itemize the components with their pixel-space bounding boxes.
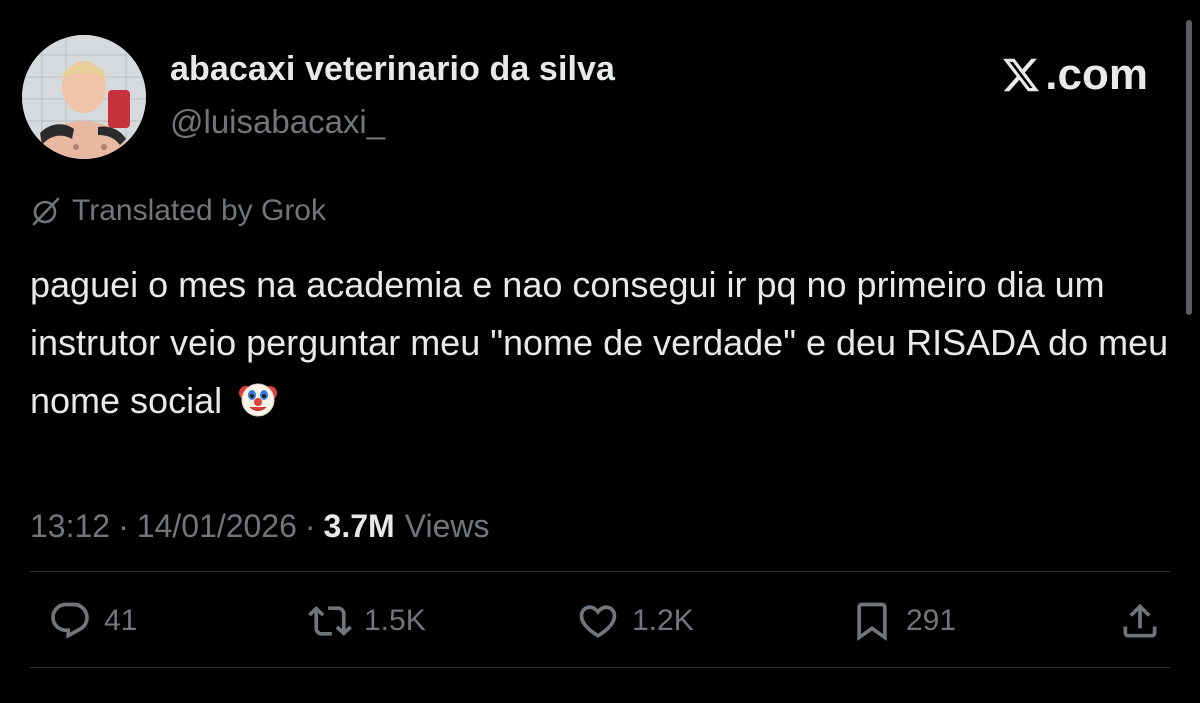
- share-button[interactable]: [1118, 596, 1174, 646]
- action-bar: 41 1.5K 1.2K 291: [30, 596, 1170, 646]
- profile-photo: [22, 35, 146, 159]
- heart-icon: [579, 605, 617, 638]
- repost-button[interactable]: 1.5K: [308, 596, 426, 646]
- repost-count: 1.5K: [364, 604, 426, 637]
- bookmark-icon: [857, 602, 887, 642]
- share-icon: [1123, 603, 1157, 638]
- divider: [30, 667, 1170, 668]
- like-button[interactable]: 1.2K: [576, 596, 694, 646]
- grok-icon: [32, 197, 60, 226]
- tweet-date[interactable]: 14/01/2026: [137, 508, 297, 545]
- repost-icon: [308, 606, 352, 636]
- brand-watermark: .com: [1001, 50, 1148, 100]
- translation-label: Translated by Grok: [72, 194, 326, 227]
- reply-count: 41: [104, 604, 138, 637]
- reply-icon: [51, 602, 89, 639]
- scrollbar[interactable]: [1186, 20, 1192, 315]
- tweet-time[interactable]: 13:12: [30, 508, 110, 545]
- x-logo-icon: [1003, 58, 1040, 92]
- tweet-body: paguei o mes na academia e nao consegui …: [30, 264, 1169, 421]
- like-count: 1.2K: [632, 604, 694, 637]
- author-handle[interactable]: @luisabacaxi_: [170, 103, 385, 141]
- brand-domain: .com: [1045, 50, 1148, 99]
- avatar[interactable]: [22, 35, 146, 159]
- bookmark-button[interactable]: 291: [850, 596, 956, 646]
- tweet-text: paguei o mes na academia e nao consegui …: [30, 256, 1170, 430]
- views-count[interactable]: 3.7M: [324, 508, 395, 545]
- meta-separator: ·: [118, 508, 129, 544]
- tweet-card: abacaxi veterinario da silva @luisabacax…: [0, 0, 1200, 703]
- reply-button[interactable]: 41: [48, 596, 137, 646]
- bookmark-count: 291: [906, 604, 957, 637]
- meta-separator: ·: [304, 508, 316, 544]
- translation-notice[interactable]: Translated by Grok: [30, 194, 326, 228]
- clown-face-emoji: [239, 383, 278, 417]
- divider: [30, 571, 1170, 572]
- author-display-name[interactable]: abacaxi veterinario da silva: [170, 50, 615, 89]
- tweet-meta: 13:12 · 14/01/2026 · 3.7M Views: [30, 508, 489, 545]
- views-label[interactable]: Views: [405, 508, 490, 545]
